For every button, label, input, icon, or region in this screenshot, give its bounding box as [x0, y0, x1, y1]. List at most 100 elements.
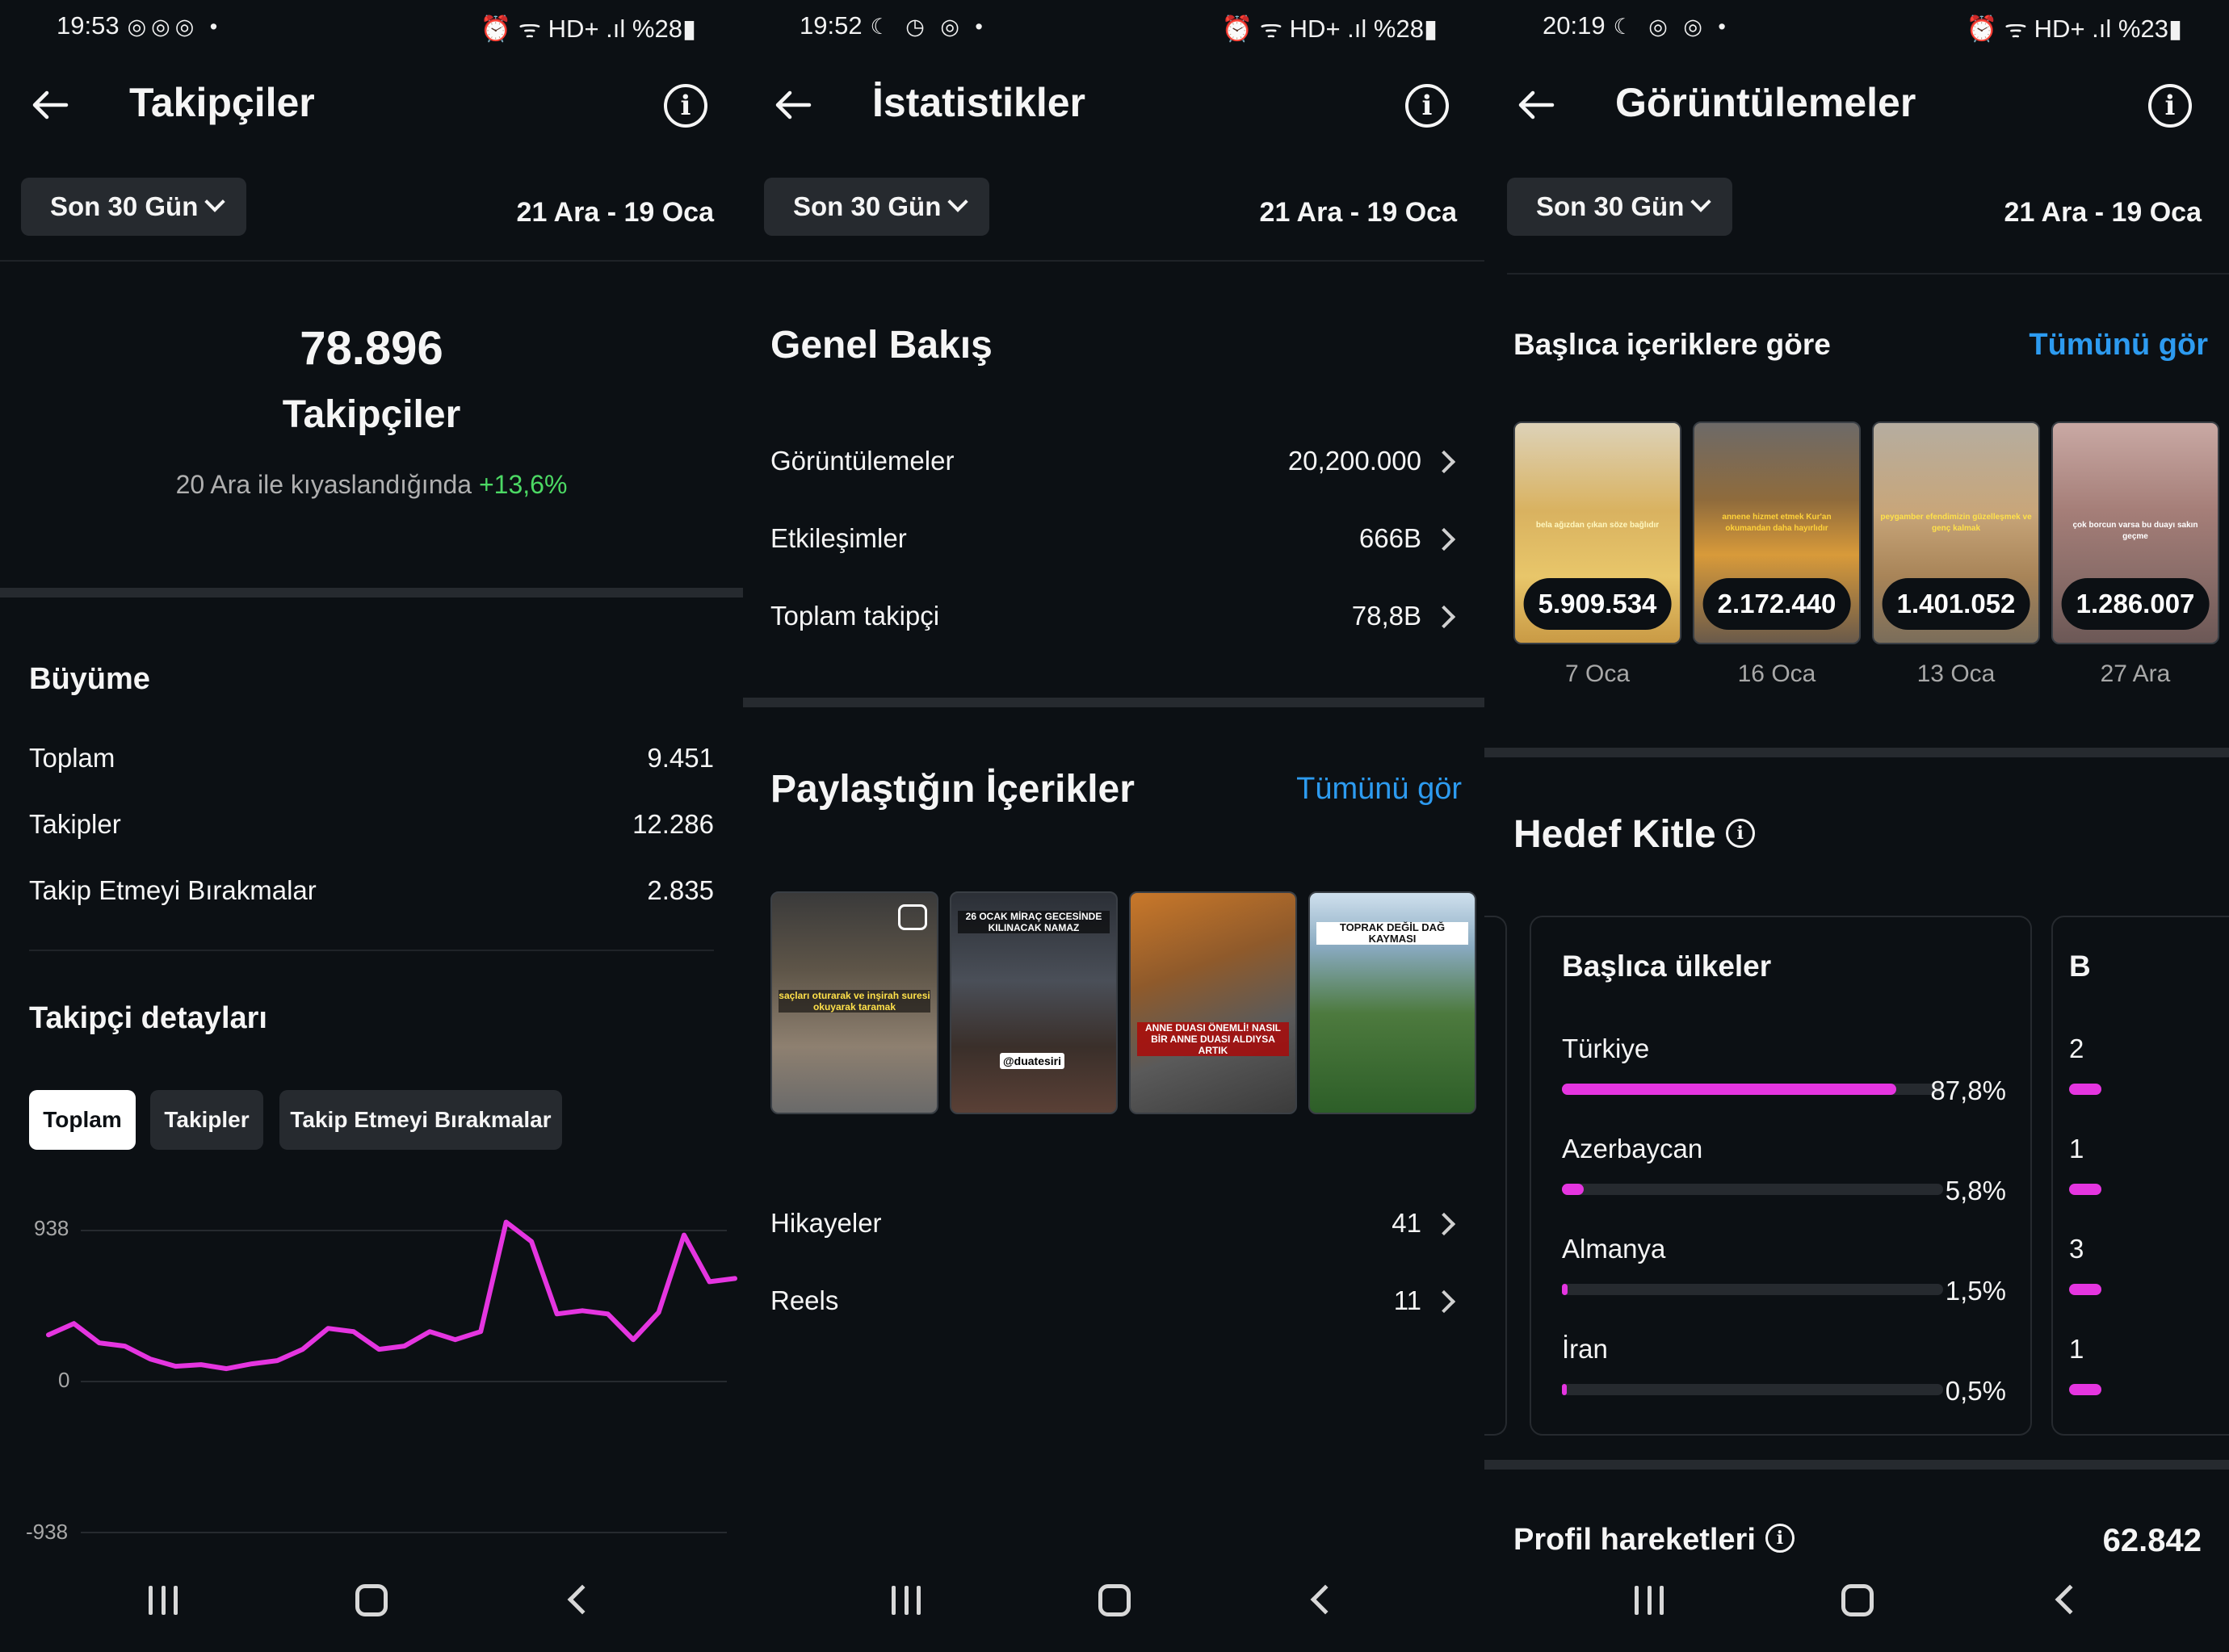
back-arrow-icon[interactable] [1513, 82, 1559, 128]
nav-back-icon[interactable] [567, 1584, 598, 1615]
system-nav-bar [0, 1563, 743, 1652]
growth-row-label: Toplam [29, 743, 115, 773]
period-dropdown[interactable]: Son 30 Gün [764, 178, 990, 236]
status-notification-icons: ☾ ◎ ◎ • [1613, 15, 1731, 39]
overview-row-views[interactable]: Görüntülemeler 20,200.000 [743, 436, 1484, 493]
follower-line-chart [46, 1219, 737, 1533]
card-partial-bar [2069, 1184, 2101, 1195]
recent-apps-icon[interactable] [892, 1586, 921, 1615]
info-icon[interactable]: i [1405, 84, 1449, 128]
see-all-link[interactable]: Tümünü gör [1296, 772, 1462, 807]
profile-actions-value: 62.842 [2102, 1523, 2202, 1558]
row-label: Toplam takipçi [770, 601, 940, 631]
country-bar-track [1562, 1184, 1943, 1195]
followers-screen: 19:53 ◎◎◎ • ⏰ ᯤ HD+ .ıl %28▮ Takipçiler i… [0, 0, 743, 1652]
thumbnail-caption: TOPRAK DEĞİL DAĞ KAYMASI [1316, 922, 1468, 945]
thumbnail-date: 7 Oca [1564, 660, 1631, 687]
home-icon[interactable] [1841, 1584, 1874, 1616]
recent-apps-icon[interactable] [149, 1586, 178, 1615]
thumbnail-caption: saçları oturarak ve inşirah suresi okuya… [779, 990, 930, 1013]
country-bar-fill [1562, 1284, 1568, 1295]
comparison-label: 20 Ara ile kıyaslandığında [175, 470, 472, 499]
views-badge: 1.286.007 [2061, 578, 2210, 630]
tab-total[interactable]: Toplam [29, 1090, 136, 1150]
section-divider [743, 698, 1484, 707]
info-icon[interactable]: i [664, 84, 707, 128]
page-title: Görüntülemeler [1615, 80, 1916, 125]
reels-row[interactable]: Reels 11 [743, 1276, 1484, 1332]
status-notification-icons: ☾ ◷ ◎ • [870, 15, 988, 39]
back-arrow-icon[interactable] [27, 82, 73, 128]
growth-title: Büyüme [29, 662, 150, 696]
row-value: 20,200.000 [1287, 446, 1421, 476]
audience-title: Hedef Kitle i [1513, 812, 1755, 857]
row-label: Reels [770, 1285, 839, 1315]
nav-back-icon[interactable] [1310, 1584, 1341, 1615]
period-label: Son 30 Gün [50, 191, 199, 221]
status-notification-icons: ◎◎◎ • [127, 15, 223, 39]
growth-row-label: Takipler [29, 809, 121, 839]
profile-actions-title[interactable]: Profil hareketleri i [1513, 1523, 1795, 1558]
country-percent: 0,5% [1945, 1376, 2006, 1406]
country-bar-track [1562, 1284, 1943, 1295]
growth-row-label: Takip Etmeyi Bırakmalar [29, 875, 317, 905]
followers-count: 78.896 [300, 322, 443, 375]
status-time: 19:53 [57, 11, 120, 40]
status-system-icons: ⏰ ᯤ HD+ .ıl %28▮ [480, 15, 696, 43]
thumbnail-caption: bela ağızdan çıkan söze bağlıdır [1535, 521, 1660, 530]
overview-row-followers[interactable]: Toplam takipçi 78,8B [743, 591, 1484, 648]
thumbnail-caption: ANNE DUASI ÖNEMLİ! NASIL BİR ANNE DUASI … [1137, 1022, 1289, 1056]
chevron-right-icon [1432, 605, 1456, 629]
top-content-thumbnail[interactable]: bela ağızdan çıkan söze bağlıdır 5.909.5… [1513, 421, 1681, 644]
card-partial-bar [2069, 1384, 2101, 1395]
content-thumbnail[interactable]: TOPRAK DEĞİL DAĞ KAYMASI [1308, 891, 1476, 1114]
countries-title: Başlıca ülkeler [1562, 950, 1772, 983]
top-content-thumbnail[interactable]: peygamber efendimizin güzelleşmek ve gen… [1872, 421, 2040, 644]
content-thumbnail[interactable]: ANNE DUASI ÖNEMLİ! NASIL BİR ANNE DUASI … [1129, 891, 1297, 1114]
chevron-right-icon [1432, 1289, 1456, 1314]
divider [1507, 273, 2229, 275]
period-dropdown[interactable]: Son 30 Gün [21, 178, 247, 236]
card-partial-text: 3 [2069, 1234, 2084, 1264]
chevron-right-icon [1432, 527, 1456, 551]
country-bar-fill [1562, 1084, 1897, 1095]
top-content-thumbnail[interactable]: annene hizmet etmek Kur'an okumandan dah… [1693, 421, 1861, 644]
thumbnail-caption: 26 OCAK MİRAÇ GECESİNDE KILINACAK NAMAZ [958, 911, 1110, 933]
recent-apps-icon[interactable] [1635, 1586, 1664, 1615]
period-dropdown[interactable]: Son 30 Gün [1507, 178, 1733, 236]
views-badge: 1.401.052 [1882, 578, 2030, 630]
country-name: Azerbaycan [1562, 1134, 1703, 1164]
top-content-title: Başlıca içeriklere göre [1513, 328, 1831, 361]
home-icon[interactable] [1098, 1584, 1131, 1616]
divider [0, 260, 743, 262]
content-thumbnail[interactable]: 26 OCAK MİRAÇ GECESİNDE KILINACAK NAMAZ … [950, 891, 1118, 1114]
system-nav-bar [1484, 1563, 2229, 1652]
thumbnail-caption: annene hizmet etmek Kur'an okumandan dah… [1722, 513, 1832, 533]
period-label: Son 30 Gün [1536, 191, 1685, 221]
next-audience-card[interactable]: B 2 1 3 1 [2051, 916, 2229, 1436]
top-content-thumbnail[interactable]: çok borcun varsa bu duayı sakın geçme 1.… [2051, 421, 2219, 644]
stories-row[interactable]: Hikayeler 41 [743, 1198, 1484, 1255]
views-badge: 2.172.440 [1702, 578, 1851, 630]
tab-unfollows[interactable]: Takip Etmeyi Bırakmalar [279, 1090, 562, 1150]
content-thumbnail[interactable]: saçları oturarak ve inşirah suresi okuya… [770, 891, 938, 1114]
overview-row-interactions[interactable]: Etkileşimler 666B [743, 514, 1484, 570]
comparison-delta: +13,6% [478, 470, 568, 499]
card-partial-bar [2069, 1284, 2101, 1295]
see-all-link[interactable]: Tümünü gör [2029, 328, 2208, 363]
system-nav-bar [743, 1563, 1484, 1652]
country-name: İran [1562, 1334, 1608, 1364]
home-icon[interactable] [355, 1584, 388, 1616]
info-icon[interactable]: i [2148, 84, 2192, 128]
previous-card-edge [1484, 916, 1507, 1436]
chevron-down-icon [1690, 191, 1712, 212]
info-icon[interactable]: i [1725, 819, 1755, 849]
back-arrow-icon[interactable] [770, 82, 816, 128]
nav-back-icon[interactable] [2055, 1584, 2085, 1615]
profile-actions-label: Profil hareketleri [1513, 1523, 1756, 1557]
tab-follows[interactable]: Takipler [150, 1090, 263, 1150]
info-icon[interactable]: i [1765, 1523, 1795, 1553]
divider [29, 950, 714, 951]
page-title: Takipçiler [129, 80, 315, 125]
status-bar: 20:19 ☾ ◎ ◎ • [1543, 11, 1731, 40]
